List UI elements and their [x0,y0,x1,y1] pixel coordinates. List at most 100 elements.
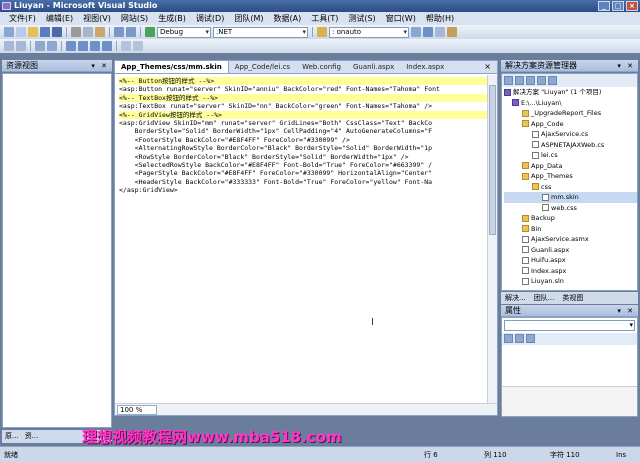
tree-item[interactable]: ASPNETAJAXWeb.cs [504,140,637,151]
tree-item[interactable]: mm.skin [504,192,637,203]
solution-toolbar [502,74,637,87]
tree-item-label: _UpgradeReport_Files [531,109,602,117]
menu-item[interactable]: 工具(T) [306,13,343,24]
word-wrap-icon[interactable] [133,41,143,51]
menu-item[interactable]: 编辑(E) [41,13,78,24]
format-icon[interactable] [4,41,14,51]
comment-icon[interactable] [35,41,45,51]
alphabetical-icon[interactable] [515,334,524,343]
code-line: <asp:Button runat="server" SkinID="anniu… [119,85,440,94]
cut-icon[interactable] [71,27,81,37]
copy-icon[interactable] [83,27,93,37]
solution-explorer-icon[interactable] [423,27,433,37]
clear-bookmarks-icon[interactable] [102,41,112,51]
open-folder-icon[interactable] [28,27,38,37]
add-item-icon[interactable] [16,27,26,37]
tree-item-label: 解决方案 "Liuyan" (1 个项目) [513,88,602,96]
categorized-icon[interactable] [504,334,513,343]
menu-item[interactable]: 测试(S) [343,13,380,24]
indent-icon[interactable] [16,41,26,51]
bookmark-icon[interactable] [66,41,76,51]
start-debug-icon[interactable] [145,27,155,37]
object-selector-dropdown[interactable] [504,320,635,331]
next-bookmark-icon[interactable] [90,41,100,51]
platform-dropdown[interactable]: .NET [213,26,308,38]
maximize-button[interactable]: □ [612,1,624,11]
panel-pin-close-icon[interactable]: ▾ ✕ [617,60,635,72]
find-in-files-icon[interactable] [411,27,421,37]
file-icon [542,204,549,211]
outdent-icon[interactable] [121,41,131,51]
document-tab[interactable]: App_Themes/css/mm.skin [115,61,229,73]
show-all-files-icon[interactable] [515,76,524,85]
properties-icon[interactable] [435,27,445,37]
find-icon[interactable] [317,27,327,37]
menu-item[interactable]: 窗口(W) [381,13,421,24]
close-button[interactable]: × [626,1,638,11]
tree-item[interactable]: css [504,182,637,193]
document-tab[interactable]: Guanli.aspx [347,61,400,73]
new-project-icon[interactable] [4,27,14,37]
tree-item[interactable]: Backup [504,213,637,224]
toolbox-icon[interactable] [447,27,457,37]
tree-item[interactable]: _UpgradeReport_Files [504,108,637,119]
close-document-icon[interactable]: × [484,62,491,71]
asp-config-icon[interactable] [548,76,557,85]
menu-item[interactable]: 数据(A) [268,13,306,24]
property-pages-icon[interactable] [526,334,535,343]
tree-item[interactable]: E:\...\Liuyan\ [504,98,637,109]
menu-item[interactable]: 帮助(H) [421,13,459,24]
panel-pin-close-icon[interactable]: ▾ ✕ [91,60,109,72]
copy-website-icon[interactable] [537,76,546,85]
paste-icon[interactable] [95,27,105,37]
document-tab[interactable]: Index.aspx [400,61,450,73]
tree-item[interactable]: Index.aspx [504,266,637,277]
undo-icon[interactable] [114,27,124,37]
document-tab[interactable]: App_Code/lei.cs [229,61,296,73]
tree-item[interactable]: App_Data [504,161,637,172]
properties-panel [501,317,638,417]
tree-item[interactable]: Huifu.aspx [504,255,637,266]
code-area[interactable]: <%-- Button按钮的样式 --%> <asp:Button runat="… [115,75,487,404]
menu-item[interactable]: 生成(B) [153,13,191,24]
panel-pin-close-icon[interactable]: ▾ ✕ [617,305,635,317]
panel-tab[interactable]: 原... [2,430,22,443]
configuration-dropdown[interactable]: Debug [157,26,211,38]
tree-item[interactable]: App_Themes [504,171,637,182]
tree-item[interactable]: App_Code [504,119,637,130]
scroll-thumb[interactable] [489,85,496,235]
prev-bookmark-icon[interactable] [78,41,88,51]
uncomment-icon[interactable] [47,41,57,51]
refresh-icon[interactable] [526,76,535,85]
menu-item[interactable]: 调试(D) [191,13,229,24]
zoom-dropdown[interactable]: 100 % [117,405,158,415]
tree-item[interactable]: web.css [504,203,637,214]
tree-item[interactable]: AjaxService.asmx [504,234,637,245]
tree-item[interactable]: Liuyan.sln [504,276,637,287]
save-all-icon[interactable] [52,27,62,37]
tree-item[interactable]: 解决方案 "Liuyan" (1 个项目) [504,87,637,98]
menu-item[interactable]: 团队(M) [229,13,268,24]
properties-icon[interactable] [504,76,513,85]
save-icon[interactable] [40,27,50,37]
horizontal-scrollbar[interactable]: 100 % [115,403,497,415]
panel-tab[interactable]: 类视图 [558,292,587,304]
panel-tab[interactable]: 解决... [501,292,530,304]
tree-item[interactable]: Bin [504,224,637,235]
tree-item[interactable]: Guanli.aspx [504,245,637,256]
tree-item[interactable]: lei.cs [504,150,637,161]
menu-item[interactable]: 视图(V) [78,13,116,24]
toolbar-separator [140,27,141,37]
status-row: 行 6 [424,451,438,459]
document-tab[interactable]: Web.config [296,61,347,73]
minimize-button[interactable]: _ [598,1,610,11]
panel-tab[interactable]: 资... [22,430,42,443]
redo-icon[interactable] [126,27,136,37]
tree-item[interactable]: AjaxService.cs [504,129,637,140]
panel-tab[interactable]: 团队... [530,292,559,304]
code-line: <asp:TextBox runat="server" SkinID="nn" … [119,102,433,111]
menu-item[interactable]: 文件(F) [4,13,41,24]
vertical-scrollbar[interactable] [487,75,497,404]
find-dropdown[interactable]: : onauto [329,26,409,38]
menu-item[interactable]: 网站(S) [116,13,153,24]
